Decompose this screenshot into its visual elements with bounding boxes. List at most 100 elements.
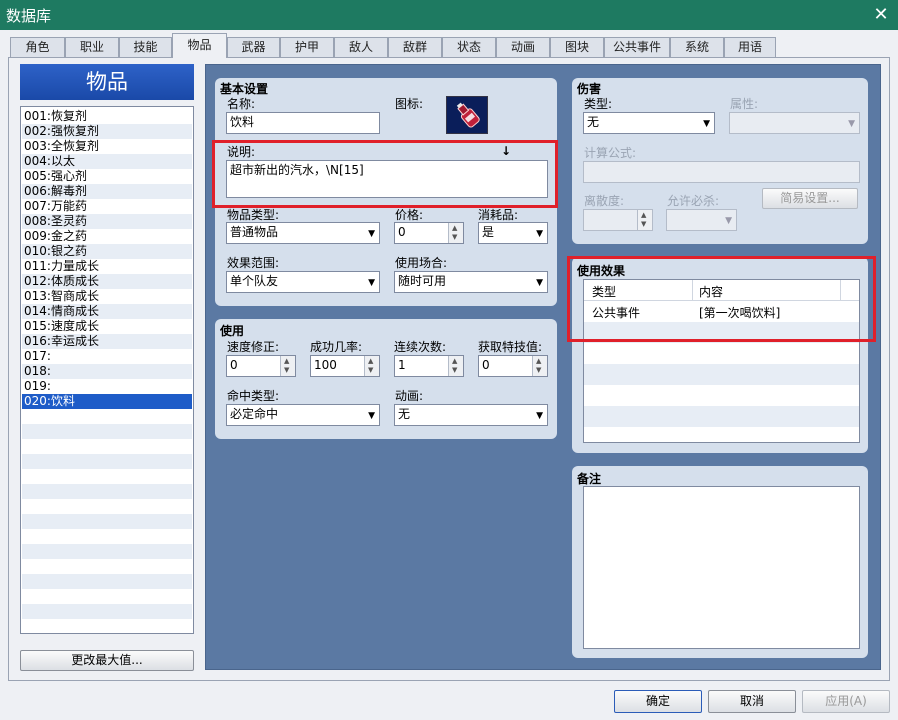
list-item[interactable]: 008:圣灵药 [22,214,192,229]
list-item[interactable] [22,589,192,604]
tab-classes[interactable]: 职业 [65,37,119,57]
tab-enemies[interactable]: 敌人 [334,37,388,57]
scope-select[interactable]: 单个队友 ▼ [226,271,380,293]
variance-input[interactable]: ▲ ▼ [583,209,653,231]
chevron-down-icon: ▼ [368,411,375,421]
element-label: 属性: [730,97,759,111]
list-item[interactable]: 016:幸运成长 [22,334,192,349]
icon-label: 图标: [395,97,424,111]
spinner-icon[interactable]: ▲ ▼ [532,356,547,376]
list-item[interactable]: 012:体质成长 [22,274,192,289]
formula-input[interactable] [583,161,860,183]
tab-animations[interactable]: 动画 [496,37,550,57]
list-item[interactable] [22,454,192,469]
table-row[interactable] [584,427,859,442]
spinner-icon[interactable]: ▲ ▼ [280,356,295,376]
tab-common-events[interactable]: 公共事件 [604,37,670,57]
list-item[interactable] [22,439,192,454]
note-title: 备注 [577,472,602,486]
success-label: 成功几率: [310,340,363,354]
bottle-icon [456,102,480,128]
title-bar[interactable] [0,0,898,30]
list-item[interactable] [22,409,192,424]
tab-troops[interactable]: 敌群 [388,37,442,57]
item-icon[interactable] [446,96,488,134]
consumable-select[interactable]: 是 ▼ [478,222,548,244]
apply-button[interactable]: 应用(A) [802,690,890,713]
list-item[interactable] [22,544,192,559]
tab-armors[interactable]: 护甲 [280,37,334,57]
cancel-button[interactable]: 取消 [708,690,796,713]
element-select[interactable]: ▼ [729,112,860,134]
spinner-icon[interactable]: ▲ ▼ [448,223,463,243]
animation-select[interactable]: 无 ▼ [394,404,548,426]
list-item[interactable]: 003:全恢复剂 [22,139,192,154]
list-item[interactable]: 018: [22,364,192,379]
spinner-icon[interactable]: ▲ ▼ [448,356,463,376]
occasion-label: 使用场合: [395,256,448,270]
damage-type-select[interactable]: 无 ▼ [583,112,715,134]
chevron-down-icon: ▼ [848,119,855,129]
list-item[interactable] [22,574,192,589]
tp-gain-input[interactable]: 0 ▲ ▼ [478,355,548,377]
item-list[interactable]: 001:恢复剂 002:强恢复剂 003:全恢复剂 004:以太 005:强心剂 006:… [20,106,194,634]
table-row[interactable] [584,385,859,406]
critical-label: 允许必杀: [667,194,720,208]
list-item[interactable]: 009:金之药 [22,229,192,244]
tab-tilesets[interactable]: 图块 [550,37,604,57]
usage-title: 使用 [220,324,245,338]
price-input[interactable]: 0 ▲ ▼ [394,222,464,244]
success-input[interactable]: 100 ▲ ▼ [310,355,380,377]
speed-input[interactable]: 0 ▲ ▼ [226,355,296,377]
tab-weapons[interactable]: 武器 [227,37,280,57]
table-row[interactable] [584,343,859,364]
list-item[interactable]: 019: [22,379,192,394]
easy-setup-button[interactable]: 简易设置... [762,188,858,209]
list-item[interactable]: 005:强心剂 [22,169,192,184]
list-item[interactable] [22,424,192,439]
occasion-select[interactable]: 随时可用 ▼ [394,271,548,293]
chevron-down-icon: ▼ [368,229,375,239]
critical-select[interactable]: ▼ [666,209,737,231]
repeat-input[interactable]: 1 ▲ ▼ [394,355,464,377]
tab-states[interactable]: 状态 [442,37,496,57]
list-item[interactable]: 017: [22,349,192,364]
list-item[interactable] [22,484,192,499]
list-item[interactable] [22,469,192,484]
list-item[interactable]: 020:饮料 [22,394,192,409]
list-item[interactable] [22,619,192,633]
table-row[interactable] [584,406,859,427]
list-item[interactable]: 006:解毒剂 [22,184,192,199]
list-item[interactable] [22,499,192,514]
spinner-icon[interactable]: ▲ ▼ [364,356,379,376]
scope-label: 效果范围: [227,256,280,270]
list-item[interactable] [22,604,192,619]
note-textarea[interactable] [583,486,860,649]
spinner-icon[interactable]: ▲ ▼ [637,210,652,230]
tab-actors[interactable]: 角色 [10,37,65,57]
list-item[interactable] [22,514,192,529]
list-item[interactable] [22,559,192,574]
change-max-button[interactable]: 更改最大值... [20,650,194,671]
close-icon[interactable]: ✕ [868,2,894,28]
tab-system[interactable]: 系统 [670,37,724,57]
list-item[interactable]: 004:以太 [22,154,192,169]
list-item[interactable]: 007:万能药 [22,199,192,214]
ok-button[interactable]: 确定 [614,690,702,713]
list-item[interactable]: 010:银之药 [22,244,192,259]
list-item[interactable]: 002:强恢复剂 [22,124,192,139]
tab-terms[interactable]: 用语 [724,37,776,57]
list-item[interactable]: 015:速度成长 [22,319,192,334]
list-item[interactable]: 011:力量成长 [22,259,192,274]
list-item[interactable]: 013:智商成长 [22,289,192,304]
list-item[interactable] [22,529,192,544]
tab-skills[interactable]: 技能 [119,37,172,57]
item-type-select[interactable]: 普通物品 ▼ [226,222,380,244]
tab-items[interactable]: 物品 [172,33,227,58]
formula-label: 计算公式: [584,146,637,160]
list-item[interactable]: 001:恢复剂 [22,109,192,124]
table-row[interactable] [584,364,859,385]
list-item[interactable]: 014:情商成长 [22,304,192,319]
name-input[interactable]: 饮料 [226,112,380,134]
hit-type-select[interactable]: 必定命中 ▼ [226,404,380,426]
